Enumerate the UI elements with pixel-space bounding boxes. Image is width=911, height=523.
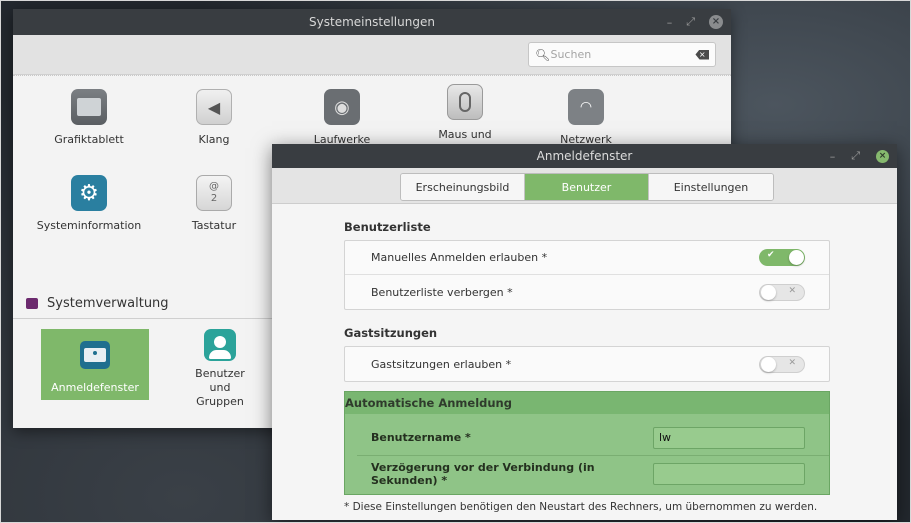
disk-icon: ◉ [324,89,360,125]
search-icon: 🔍︎ [535,47,551,62]
search-input[interactable] [550,48,696,61]
settings-item-maus[interactable]: Maus und [410,84,520,141]
settings-item-label: Klang [198,133,230,146]
section-systemverwaltung: Systemverwaltung [26,296,169,311]
setting-row: Benutzerliste verbergen * ✕ [345,275,829,309]
section-title: Benutzerliste [344,220,431,234]
hide-userlist-toggle[interactable]: ✕ [759,283,805,301]
setting-row: Benutzername * [357,420,829,456]
minimize-icon[interactable]: – [830,150,836,163]
section-title: Gastsitzungen [344,326,438,340]
setting-row: Gastsitzungen erlauben * ✕ [345,347,829,381]
divider [13,75,731,76]
search-toolbar: 🔍︎ × [13,35,731,75]
auto-login-fields: Benutzername * Verzögerung vor der Verbi… [345,414,829,494]
wifi-icon: ◠ [568,89,604,125]
login-window-dialog: Anmeldefenster – ⤢ × Erscheinungsbild Be… [272,144,897,520]
manual-login-toggle[interactable]: ✔ [759,249,805,266]
benutzerliste-box: Manuelles Anmelden erlauben * ✔ Benutzer… [344,240,830,310]
settings-item-label: Maus und [438,128,492,141]
username-field[interactable] [653,426,805,449]
auto-login-box: Automatische Anmeldung Benutzername * Ve… [344,391,830,495]
search-box[interactable]: 🔍︎ × [528,42,716,67]
cross-icon: ✕ [788,357,796,368]
settings-item-label: Benutzer und Gruppen [195,367,245,408]
mouse-icon [447,84,483,120]
key-glyph-bottom: 2 [210,193,218,204]
dialog-titlebar[interactable]: Anmeldefenster – ⤢ × [272,144,897,168]
tab-einstellungen[interactable]: Einstellungen [649,174,773,200]
tab-bar: Erscheinungsbild Benutzer Einstellungen [272,168,897,204]
setting-label: Benutzerliste verbergen * [371,285,513,299]
tab-erscheinungsbild[interactable]: Erscheinungsbild [401,174,525,200]
admin-category-icon [26,298,38,309]
login-window-icon [80,341,110,369]
settings-item-grafiktablett[interactable]: Grafiktablett [34,89,144,146]
settings-item-klang[interactable]: ◀︎ Klang [159,89,269,146]
setting-row: Verzögerung vor der Verbindung (in Sekun… [357,456,829,492]
settings-item-anmeldefenster[interactable]: Anmeldefenster [41,329,149,400]
tab-group: Erscheinungsbild Benutzer Einstellungen [400,173,774,201]
setting-row: Manuelles Anmelden erlauben * ✔ [345,241,829,275]
setting-label: Benutzername * [371,431,471,444]
check-icon: ✔ [767,250,775,260]
maximize-icon[interactable]: ⤢ [686,15,695,29]
clear-search-icon[interactable]: × [695,49,709,60]
settings-item-laufwerke[interactable]: ◉ Laufwerke [287,89,397,146]
tablet-icon [71,89,107,125]
gastsitzungen-box: Gastsitzungen erlauben * ✕ [344,346,830,382]
setting-label: Gastsitzungen erlauben * [371,357,512,371]
window-title: Systemeinstellungen [309,15,435,29]
settings-item-tastatur[interactable]: @ 2 Tastatur [159,175,269,232]
keyboard-key-icon: @ 2 [196,175,232,211]
system-settings-titlebar[interactable]: Systemeinstellungen – ⤢ × [13,9,731,35]
key-glyph-top: @ [209,181,219,192]
dialog-content: Benutzerliste Manuelles Anmelden erlaube… [344,214,830,495]
close-icon[interactable]: × [876,149,889,163]
section-title: Systemverwaltung [47,296,169,311]
settings-item-benutzer-und-gruppen[interactable]: Benutzer und Gruppen [165,329,275,409]
settings-item-label: Grafiktablett [54,133,124,146]
settings-item-label: Systeminformation [36,219,142,232]
tab-benutzer[interactable]: Benutzer [525,174,649,200]
minimize-icon[interactable]: – [667,16,673,29]
settings-item-label: Anmeldefenster [51,381,139,394]
maximize-icon[interactable]: ⤢ [851,149,860,163]
settings-item-netzwerk[interactable]: ◠ Netzwerk [531,89,641,146]
restart-footnote: * Diese Einstellungen benötigen den Neus… [344,501,818,513]
setting-label: Manuelles Anmelden erlauben * [371,251,548,264]
cross-icon: ✕ [788,285,796,296]
close-icon[interactable]: × [709,15,723,29]
speaker-icon: ◀︎ [196,89,232,125]
gear-icon: ⚙ [71,175,107,211]
dialog-title: Anmeldefenster [536,149,633,163]
settings-item-systeminformation[interactable]: ⚙ Systeminformation [34,175,144,232]
setting-label: Verzögerung vor der Verbindung (in Sekun… [371,461,595,487]
guest-sessions-toggle[interactable]: ✕ [759,355,805,373]
login-delay-field[interactable] [653,463,805,485]
users-icon [204,329,236,361]
section-title: Automatische Anmeldung [345,392,829,414]
settings-item-label: Tastatur [191,219,237,232]
